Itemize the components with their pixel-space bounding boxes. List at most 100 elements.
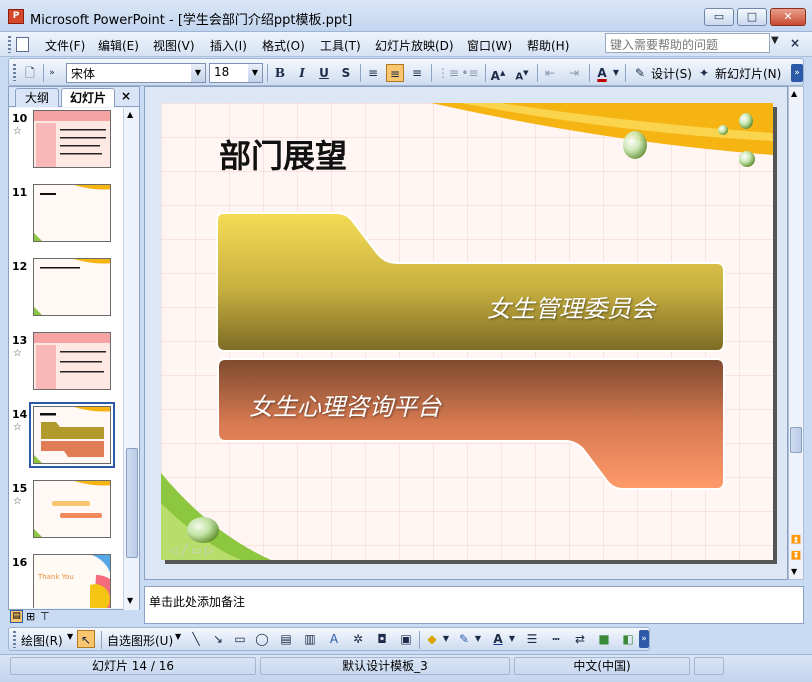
- increase-font-icon[interactable]: A▲: [489, 64, 507, 83]
- fill-color-icon[interactable]: ◆: [423, 630, 441, 648]
- scrollbar-thumb[interactable]: [790, 427, 802, 453]
- tab-slides[interactable]: 幻灯片: [61, 88, 115, 107]
- menu-view[interactable]: 视图(V): [153, 37, 195, 54]
- help-dropdown-arrow-icon[interactable]: ▼: [771, 35, 779, 46]
- line-style-icon[interactable]: ☰: [523, 630, 541, 648]
- font-size-arrow-icon[interactable]: ▼: [248, 64, 262, 82]
- shadow-button[interactable]: S: [337, 64, 355, 82]
- menu-insert[interactable]: 插入(I): [210, 37, 247, 54]
- line-color-icon[interactable]: ✎: [455, 630, 473, 648]
- scrollbar-thumb[interactable]: [126, 448, 138, 558]
- new-document-icon[interactable]: 🗋: [21, 64, 39, 82]
- scroll-up-icon[interactable]: ▲: [127, 110, 133, 119]
- slide-thumbnail[interactable]: [33, 110, 111, 168]
- thumbnail-row[interactable]: 10 ☆: [9, 108, 123, 178]
- thumbnail-row[interactable]: 11: [9, 182, 123, 252]
- thumbnail-row[interactable]: 13 ☆: [9, 330, 123, 400]
- bullets-icon[interactable]: •≡: [461, 64, 479, 82]
- document-icon[interactable]: [16, 37, 29, 52]
- drawbar-overflow-icon[interactable]: »: [639, 630, 649, 648]
- drawbar-grip[interactable]: [13, 631, 16, 648]
- decrease-font-icon[interactable]: A▼: [513, 64, 531, 82]
- slide-title[interactable]: 部门展望: [219, 131, 347, 177]
- vertical-textbox-icon[interactable]: ▥: [301, 630, 319, 648]
- slide-sorter-view-icon[interactable]: ⊞: [26, 610, 35, 623]
- scroll-up-icon[interactable]: ▲: [791, 89, 797, 98]
- thumbnail-row-selected[interactable]: 14 ☆: [9, 402, 123, 474]
- 3d-style-icon[interactable]: ◧: [619, 630, 637, 648]
- slide-thumbnail[interactable]: [33, 332, 111, 390]
- thumbnail-row[interactable]: 16 Thank You: [9, 552, 123, 608]
- wordart-icon[interactable]: A: [325, 630, 343, 648]
- pane-close-button[interactable]: ×: [121, 89, 131, 103]
- slide-thumbnail[interactable]: [33, 480, 111, 538]
- slide-thumbnail[interactable]: [33, 258, 111, 316]
- font-name-arrow-icon[interactable]: ▼: [191, 64, 205, 82]
- bold-button[interactable]: B: [271, 64, 289, 82]
- maximize-button[interactable]: □: [737, 8, 767, 26]
- next-slide-icon[interactable]: ⏬: [791, 551, 801, 560]
- toolbar-overflow-icon[interactable]: »: [791, 64, 803, 82]
- previous-slide-icon[interactable]: ⏫: [791, 535, 801, 544]
- select-pointer-icon[interactable]: ↖: [77, 630, 95, 648]
- underline-button[interactable]: U: [315, 64, 333, 82]
- decrease-indent-icon[interactable]: ⇤: [541, 64, 559, 82]
- close-button[interactable]: ✕: [770, 8, 806, 26]
- menubar-grip[interactable]: [8, 36, 11, 53]
- draw-font-color-arrow-icon[interactable]: ▼: [507, 630, 517, 648]
- line-color-arrow-icon[interactable]: ▼: [473, 630, 483, 648]
- menu-file[interactable]: 文件(F): [45, 37, 85, 54]
- diagram-icon[interactable]: ✲: [349, 630, 367, 648]
- font-name-combo[interactable]: 宋体 ▼: [66, 63, 206, 83]
- design-icon[interactable]: ✎: [631, 64, 649, 82]
- align-center-icon[interactable]: ≡: [386, 64, 404, 82]
- powerpoint-app-icon[interactable]: P: [8, 9, 24, 24]
- scroll-down-icon[interactable]: ▼: [127, 596, 133, 605]
- thumbnails-scrollbar[interactable]: ▲ ▼: [123, 108, 139, 610]
- align-right-icon[interactable]: ≡: [408, 64, 426, 82]
- tab-outline[interactable]: 大纲: [15, 88, 59, 107]
- increase-indent-icon[interactable]: ⇥: [565, 64, 583, 82]
- close-document-button[interactable]: ×: [790, 36, 800, 50]
- current-slide[interactable]: ◁ ╱ ▭ ▷ 部门展望 女生管理委员会 女生心理咨询平台: [161, 103, 773, 560]
- toolbar-grip[interactable]: [13, 64, 16, 81]
- clipart-icon[interactable]: ◘: [373, 630, 391, 648]
- slide-item-womens-committee[interactable]: 女生管理委员会: [487, 289, 655, 324]
- draw-font-color-icon[interactable]: A: [489, 630, 507, 648]
- slide-scrollbar[interactable]: ▲ ⏫ ⏬ ▼: [788, 86, 804, 580]
- new-slide-button[interactable]: 新幻灯片(N): [715, 65, 781, 82]
- font-color-arrow-icon[interactable]: ▼: [611, 64, 621, 82]
- scroll-down-icon[interactable]: ▼: [791, 567, 797, 576]
- draw-menu-arrow-icon[interactable]: ▼: [67, 632, 73, 641]
- oval-tool-icon[interactable]: ◯: [253, 630, 271, 648]
- align-left-icon[interactable]: ≡: [364, 64, 382, 82]
- slide-thumbnail[interactable]: Thank You: [33, 554, 111, 608]
- shadow-style-icon[interactable]: ■: [595, 630, 613, 648]
- draw-menu-button[interactable]: 绘图(R): [21, 632, 63, 649]
- menu-tools[interactable]: 工具(T): [320, 37, 361, 54]
- menu-slideshow[interactable]: 幻灯片放映(D): [375, 37, 454, 54]
- help-search-input[interactable]: 键入需要帮助的问题: [605, 33, 770, 53]
- autoshapes-menu-button[interactable]: 自选图形(U): [107, 632, 173, 649]
- notes-pane[interactable]: 单击此处添加备注: [144, 586, 804, 624]
- menu-window[interactable]: 窗口(W): [467, 37, 512, 54]
- line-tool-icon[interactable]: ╲: [187, 630, 205, 648]
- toolbar-options-icon[interactable]: »: [47, 64, 57, 82]
- italic-button[interactable]: I: [293, 64, 311, 82]
- thumbnail-row[interactable]: 15 ☆: [9, 478, 123, 548]
- font-size-combo[interactable]: 18 ▼: [209, 63, 263, 83]
- slideshow-view-icon[interactable]: ⊤: [40, 610, 50, 623]
- thumbnail-row[interactable]: 12: [9, 256, 123, 326]
- rectangle-tool-icon[interactable]: ▭: [231, 630, 249, 648]
- font-color-icon[interactable]: A: [593, 64, 611, 82]
- numbering-icon[interactable]: ⋮≡: [437, 64, 459, 82]
- slide-thumbnail[interactable]: [29, 402, 115, 468]
- normal-view-icon[interactable]: ▤: [10, 610, 23, 623]
- menu-help[interactable]: 帮助(H): [527, 37, 569, 54]
- slide-thumbnail[interactable]: [33, 184, 111, 242]
- slide-item-counseling-platform[interactable]: 女生心理咨询平台: [249, 387, 441, 422]
- autoshapes-arrow-icon[interactable]: ▼: [175, 632, 181, 641]
- new-slide-icon[interactable]: ✦: [695, 64, 713, 82]
- picture-icon[interactable]: ▣: [397, 630, 415, 648]
- design-button[interactable]: 设计(S): [651, 65, 692, 82]
